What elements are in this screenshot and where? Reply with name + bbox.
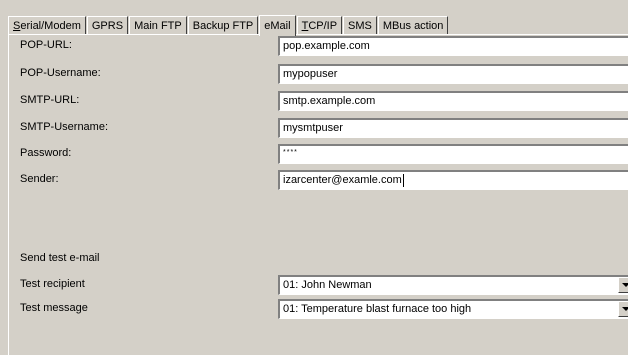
- sender-value: izarcenter@examle.com: [283, 174, 402, 186]
- chevron-down-icon: [622, 307, 628, 311]
- tab-serial-modem[interactable]: Serial/Modem: [8, 16, 86, 35]
- tab-tcp-ip[interactable]: TCP/IP: [296, 16, 343, 35]
- test-message-dropdown-button[interactable]: [618, 301, 628, 317]
- test-recipient-dropdown-button[interactable]: [618, 277, 628, 293]
- tab-label: SMS: [348, 20, 372, 32]
- pop-username-field[interactable]: mypopuser: [278, 64, 628, 84]
- smtp-url-label: SMTP-URL:: [20, 94, 80, 106]
- tab-strip: Serial/Modem GPRS Main FTP Backup FTP eM…: [8, 14, 449, 36]
- pop-url-field[interactable]: pop.example.com: [278, 36, 628, 56]
- smtp-url-field[interactable]: smtp.example.com: [278, 91, 628, 111]
- pop-url-label: POP-URL:: [20, 39, 72, 51]
- tab-gprs[interactable]: GPRS: [86, 16, 129, 35]
- chevron-down-icon: [622, 283, 628, 287]
- smtp-username-label: SMTP-Username:: [20, 121, 109, 133]
- test-recipient-select[interactable]: 01: John Newman: [278, 275, 628, 295]
- password-label: Password:: [20, 147, 72, 159]
- sender-field[interactable]: izarcenter@examle.com: [278, 170, 628, 190]
- send-test-email-heading: Send test e-mail: [20, 252, 100, 264]
- test-message-label: Test message: [20, 302, 88, 314]
- text-caret: [402, 173, 404, 187]
- tab-label: eMail: [264, 20, 291, 32]
- tab-mbus-action[interactable]: MBus action: [377, 16, 449, 35]
- test-message-select[interactable]: 01: Temperature blast furnace too high: [278, 299, 628, 319]
- tab-main-ftp[interactable]: Main FTP: [129, 16, 187, 35]
- tab-backup-ftp[interactable]: Backup FTP: [187, 16, 259, 35]
- password-field[interactable]: ****: [278, 144, 628, 164]
- test-recipient-label: Test recipient: [20, 278, 85, 290]
- tab-label: Backup FTP: [192, 20, 254, 32]
- tab-label: erial/Modem: [20, 20, 81, 32]
- tab-label: Main FTP: [134, 20, 182, 32]
- smtp-username-field[interactable]: mysmtpuser: [278, 118, 628, 138]
- tab-label: GPRS: [91, 20, 124, 32]
- sender-label: Sender:: [20, 173, 59, 185]
- tab-sms[interactable]: SMS: [343, 16, 377, 35]
- tab-label: MBus action: [382, 20, 444, 32]
- tab-email[interactable]: eMail: [259, 15, 296, 36]
- pop-username-label: POP-Username:: [20, 67, 101, 79]
- tab-label: CP/IP: [308, 20, 338, 32]
